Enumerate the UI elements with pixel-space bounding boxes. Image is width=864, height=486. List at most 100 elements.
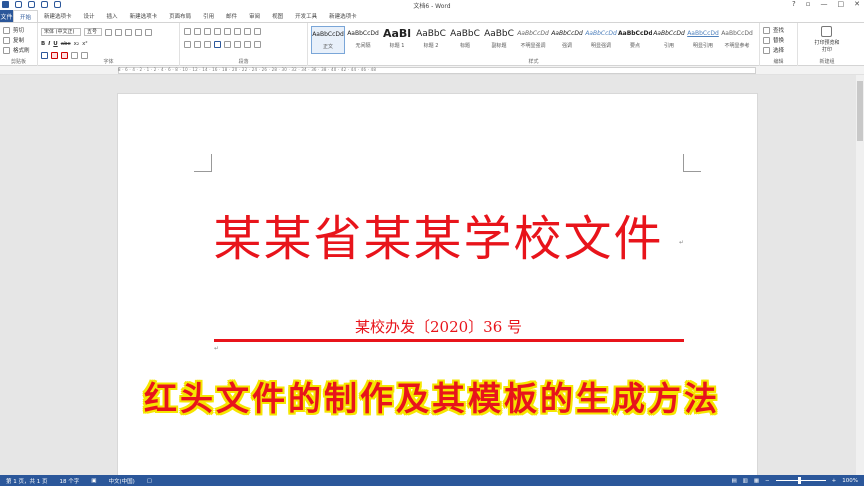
print-preview-icon[interactable] — [821, 26, 832, 37]
help-button[interactable]: ? — [792, 0, 796, 8]
bold-button[interactable]: B — [41, 41, 45, 47]
clear-format-icon[interactable] — [135, 28, 142, 36]
tab-new-2[interactable]: 新建选项卡 — [124, 10, 164, 22]
document-page[interactable]: 某某省某某学校文件 ↵ 某校办发〔2020〕36 号 ↵ — [117, 93, 758, 478]
change-case-icon[interactable] — [125, 28, 132, 36]
increase-indent-icon[interactable] — [224, 28, 231, 35]
minimize-button[interactable]: — — [821, 0, 828, 8]
align-right-icon[interactable] — [204, 41, 211, 48]
subscript-button[interactable]: x₂ — [74, 41, 79, 47]
tab-file[interactable]: 文件 — [0, 10, 13, 22]
grow-font-icon[interactable] — [105, 28, 112, 36]
multilevel-list-icon[interactable] — [204, 28, 211, 35]
style-heading-1[interactable]: AaBl 标题 1 — [380, 26, 414, 54]
style-normal[interactable]: AaBbCcDd 正文 — [311, 26, 345, 54]
scrollbar-thumb[interactable] — [857, 81, 863, 141]
select-icon — [763, 46, 770, 54]
new-group: 打印预览和 打印 新建组 — [798, 23, 856, 66]
justify-icon[interactable] — [214, 41, 221, 48]
red-header-title[interactable]: 某某省某某学校文件 — [118, 199, 759, 269]
line-spacing-icon[interactable] — [234, 41, 241, 48]
tab-view[interactable]: 视图 — [266, 10, 289, 22]
tab-review[interactable]: 审阅 — [243, 10, 266, 22]
word-count[interactable]: 18 个字 — [54, 477, 86, 485]
ribbon: 剪切 复制 格式刷 剪贴板 宋体 (中文正) 五号 B I U abc x₂ x… — [0, 22, 864, 66]
title-bar: 文档6 - Word ? ▫ — □ ✕ — [0, 0, 864, 10]
tab-design[interactable]: 设计 — [78, 10, 101, 22]
superscript-button[interactable]: x² — [82, 41, 87, 47]
zoom-level[interactable]: 100% — [842, 478, 858, 484]
group-label-font: 字体 — [103, 59, 114, 65]
style-quote[interactable]: AaBbCcDd 引用 — [652, 26, 686, 54]
style-no-spacing[interactable]: AaBbCcDd 无间隔 — [346, 26, 380, 54]
distributed-icon[interactable] — [224, 41, 231, 48]
tab-page-layout[interactable]: 页面布局 — [163, 10, 197, 22]
tab-mailings[interactable]: 邮件 — [220, 10, 243, 22]
print-layout-icon[interactable]: ▥ — [743, 478, 748, 484]
tab-home[interactable]: 开始 — [13, 10, 39, 22]
style-subtle-reference[interactable]: AaBbCcDd 不明显参考 — [720, 26, 754, 54]
decrease-indent-icon[interactable] — [214, 28, 221, 35]
zoom-in-icon[interactable]: + — [832, 478, 837, 484]
italic-button[interactable]: I — [48, 41, 50, 47]
tab-new-1[interactable]: 新建选项卡 — [38, 10, 78, 22]
select-button[interactable]: 选择 — [763, 46, 784, 54]
margin-corner-top-left — [194, 154, 212, 172]
cut-button[interactable]: 剪切 — [3, 26, 24, 34]
align-left-icon[interactable] — [184, 41, 191, 48]
zoom-slider[interactable] — [775, 477, 826, 484]
sort-icon[interactable] — [244, 28, 251, 35]
format-painter-button[interactable]: 格式刷 — [3, 46, 30, 54]
font-name-select[interactable]: 宋体 (中文正) — [41, 28, 81, 36]
font-size-select[interactable]: 五号 — [84, 28, 102, 36]
show-marks-icon[interactable] — [254, 28, 261, 35]
style-title[interactable]: AaBbC 标题 — [448, 26, 482, 54]
style-subtle-emphasis[interactable]: AaBbCcDd 不明显强调 — [516, 26, 550, 54]
shading-icon[interactable] — [244, 41, 251, 48]
shrink-font-icon[interactable] — [115, 28, 122, 36]
close-button[interactable]: ✕ — [854, 0, 860, 8]
strikethrough-button[interactable]: abc — [61, 41, 71, 47]
document-number[interactable]: 某校办发〔2020〕36 号 — [118, 316, 759, 337]
proofing-icon[interactable]: ▣ — [85, 478, 102, 484]
print-preview-button[interactable]: 打印预览和 打印 — [798, 39, 856, 53]
copy-button[interactable]: 复制 — [3, 36, 24, 44]
style-strong[interactable]: AaBbCcDd 要点 — [618, 26, 652, 54]
tab-new-3[interactable]: 新建选项卡 — [323, 10, 363, 22]
tab-references[interactable]: 引用 — [197, 10, 220, 22]
chinese-layout-icon[interactable] — [234, 28, 241, 35]
style-subtitle[interactable]: AaBbC 副标题 — [482, 26, 516, 54]
group-label-new-group: 新建组 — [819, 59, 835, 65]
zoom-slider-thumb[interactable] — [797, 477, 801, 484]
read-mode-icon[interactable]: ▤ — [731, 478, 736, 484]
video-caption: 红头文件的制作及其模板的生成方法 — [144, 379, 720, 418]
numbering-icon[interactable] — [194, 28, 201, 35]
copy-icon — [3, 36, 10, 44]
replace-button[interactable]: 替换 — [763, 36, 784, 44]
find-icon — [763, 26, 770, 34]
scissors-icon — [3, 26, 10, 34]
align-center-icon[interactable] — [194, 41, 201, 48]
page-count[interactable]: 第 1 页，共 1 页 — [0, 477, 54, 485]
style-heading-2[interactable]: AaBbC 标题 2 — [414, 26, 448, 54]
horizontal-ruler[interactable]: 8 · 6 · 4 · 2 · 1 · 2 · 4 · 6 · 8 · 10 ·… — [0, 66, 864, 75]
bullets-icon[interactable] — [184, 28, 191, 35]
underline-button[interactable]: U — [53, 41, 57, 47]
macro-record-icon[interactable]: ▢ — [141, 478, 158, 484]
tab-developer[interactable]: 开发工具 — [289, 10, 323, 22]
tab-insert[interactable]: 插入 — [101, 10, 124, 22]
language-indicator[interactable]: 中文(中国) — [102, 477, 140, 485]
view-zoom-controls: ▤ ▥ ▦ − + 100% — [731, 475, 858, 486]
zoom-out-icon[interactable]: − — [765, 478, 770, 484]
ribbon-display-options-icon[interactable]: ▫ — [806, 0, 811, 8]
web-layout-icon[interactable]: ▦ — [754, 478, 759, 484]
phonetic-guide-icon[interactable] — [145, 28, 152, 36]
style-intense-emphasis[interactable]: AaBbCcDd 明显强调 — [584, 26, 618, 54]
borders-icon[interactable] — [254, 41, 261, 48]
style-emphasis[interactable]: AaBbCcDd 强调 — [550, 26, 584, 54]
restore-button[interactable]: □ — [838, 0, 845, 8]
group-label-styles: 样式 — [528, 59, 539, 65]
find-button[interactable]: 查找 — [763, 26, 784, 34]
vertical-scrollbar[interactable] — [856, 75, 864, 475]
style-intense-quote[interactable]: AaBbCcDd 明显引用 — [686, 26, 720, 54]
